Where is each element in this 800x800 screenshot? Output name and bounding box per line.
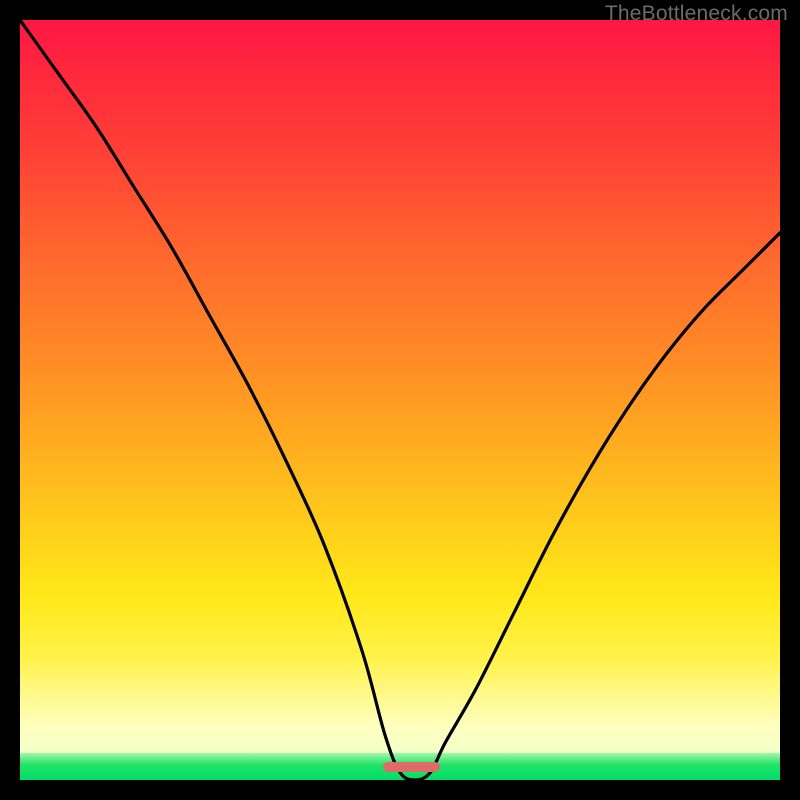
min-marker-bar bbox=[383, 762, 440, 772]
chart-frame: TheBottleneck.com bbox=[0, 0, 800, 800]
curve-path bbox=[20, 20, 780, 780]
plot-area bbox=[20, 20, 780, 780]
bottleneck-curve bbox=[20, 20, 780, 780]
